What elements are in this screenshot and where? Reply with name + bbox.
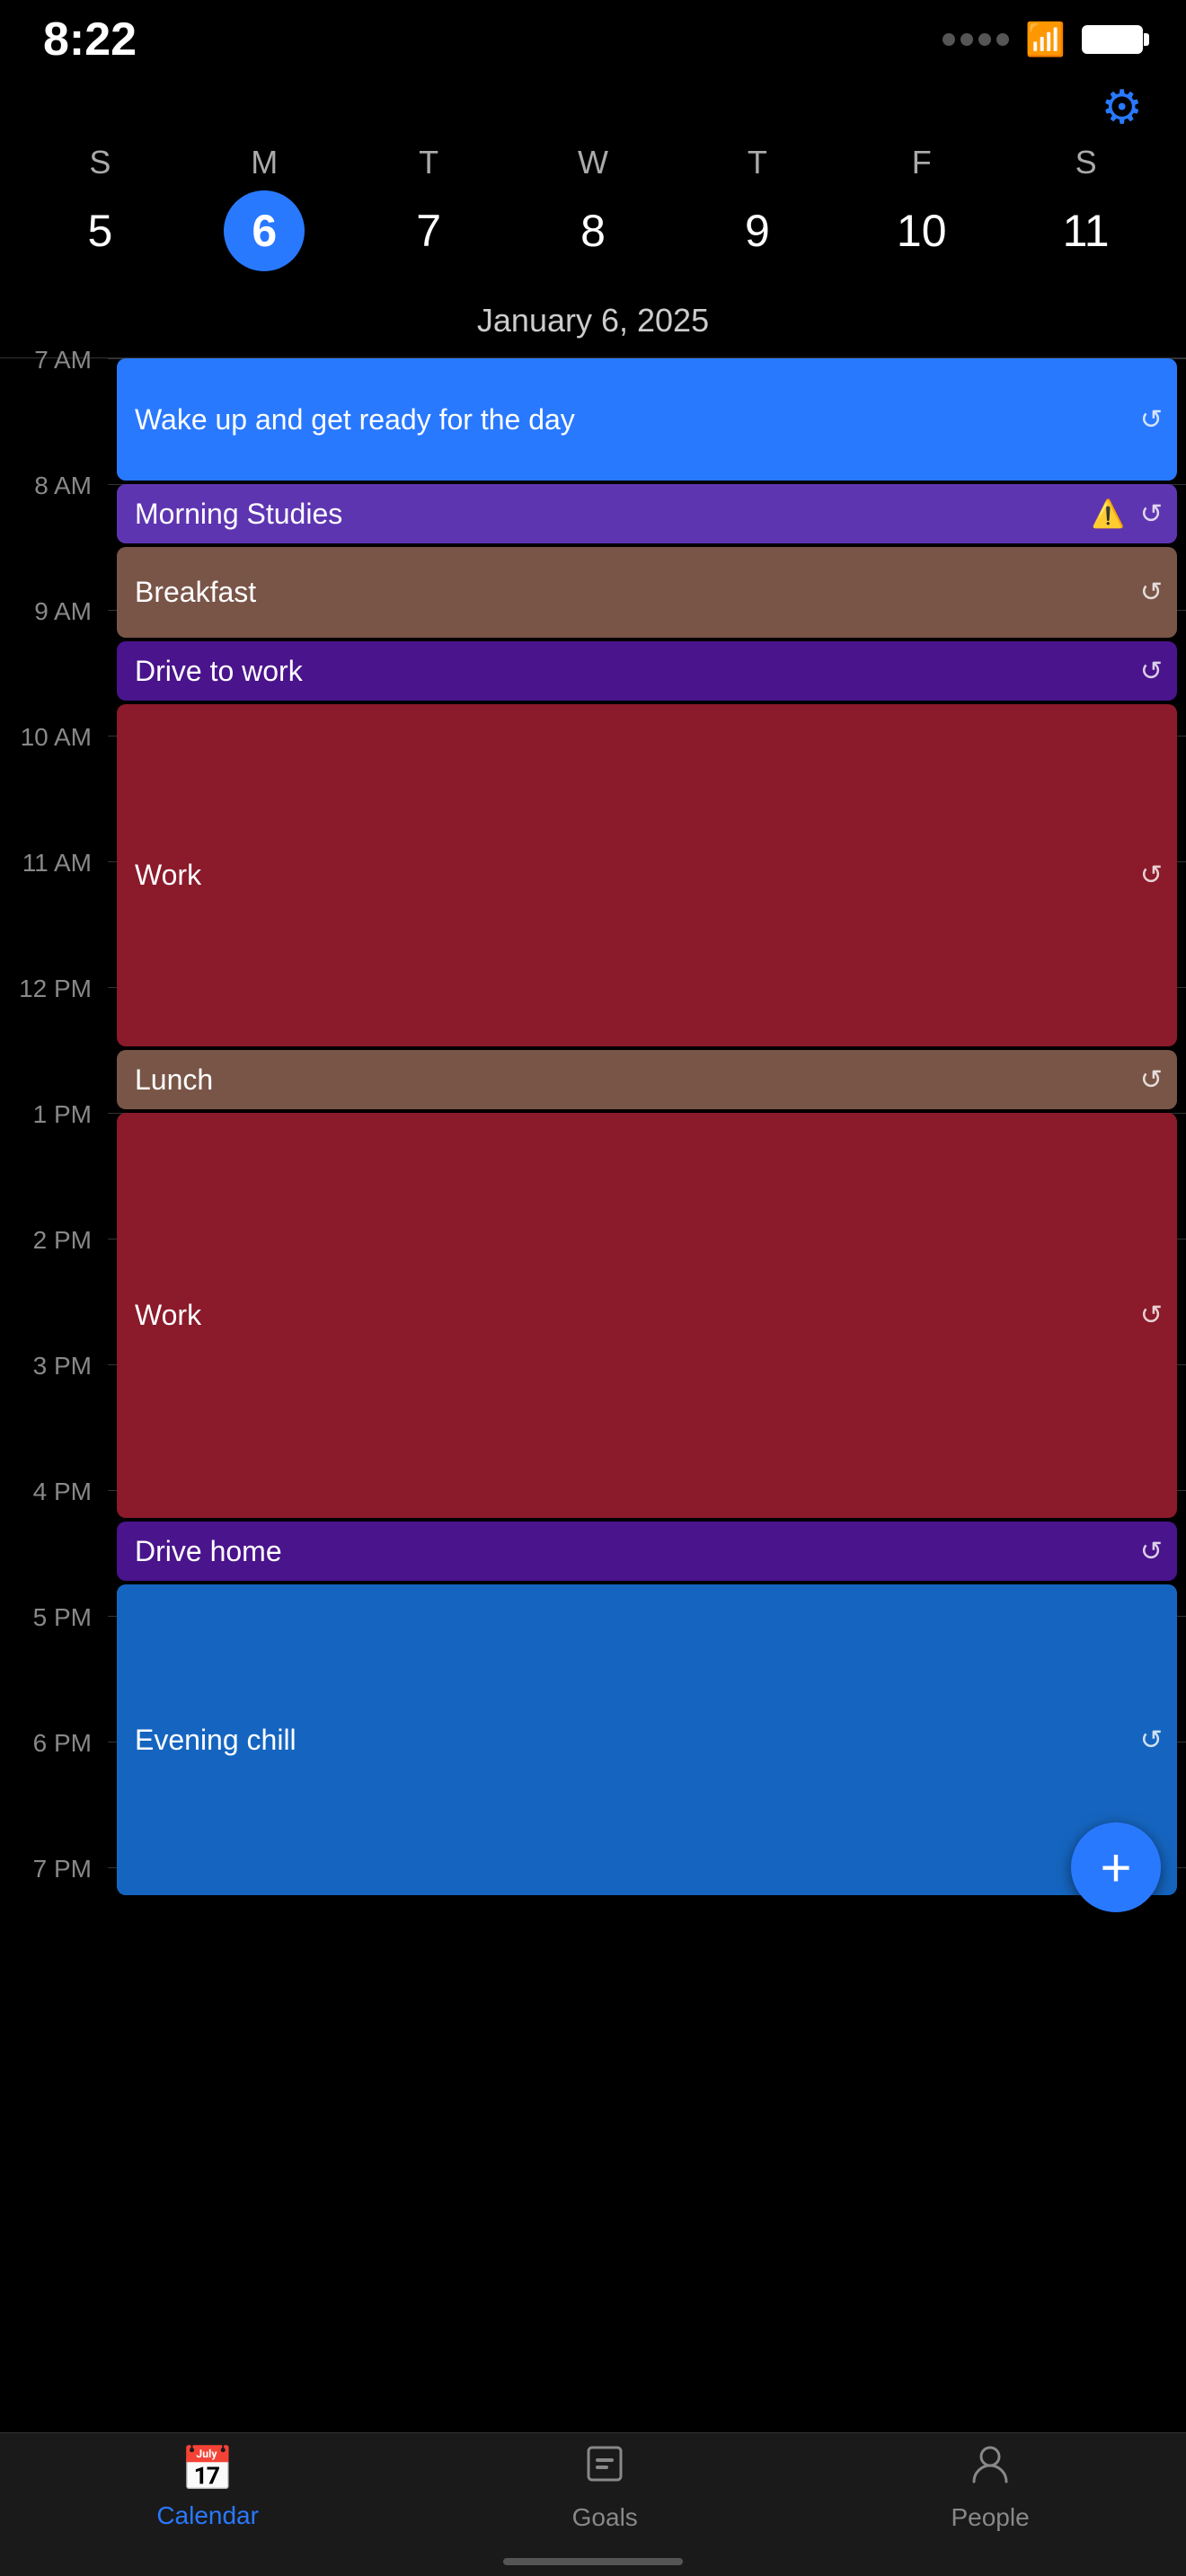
status-icons: 📶	[943, 21, 1143, 58]
event-title-wake-up: Wake up and get ready for the day	[135, 403, 575, 437]
date-9[interactable]: 9	[675, 190, 839, 271]
goals-icon	[583, 2442, 626, 2496]
status-time: 8:22	[43, 13, 137, 66]
repeat-icon-work-afternoon: ↺	[1140, 1300, 1163, 1331]
date-6[interactable]: 6	[224, 190, 305, 271]
week-header: S M T W T F S	[0, 144, 1186, 181]
warning-icon-morning-studies: ⚠️	[1092, 498, 1125, 530]
event-drive-to-work[interactable]: Drive to work ↺	[117, 641, 1177, 701]
event-morning-studies[interactable]: Morning Studies ⚠️ ↺	[117, 484, 1177, 543]
battery-icon	[1082, 25, 1143, 54]
date-8[interactable]: 8	[511, 190, 676, 271]
event-breakfast[interactable]: Breakfast ↺	[117, 547, 1177, 638]
event-title-breakfast: Breakfast	[135, 576, 256, 609]
repeat-icon-breakfast: ↺	[1140, 577, 1163, 608]
nav-item-people[interactable]: People	[951, 2442, 1029, 2532]
fab-button[interactable]: +	[1071, 1822, 1161, 1912]
event-lunch[interactable]: Lunch ↺	[117, 1050, 1177, 1109]
event-title-work-morning: Work	[135, 859, 201, 892]
nav-item-goals[interactable]: Goals	[572, 2442, 638, 2532]
settings-row: ⚙	[0, 72, 1186, 144]
nav-label-people: People	[951, 2503, 1029, 2532]
event-title-drive-home: Drive home	[135, 1535, 282, 1568]
gear-icon[interactable]: ⚙	[1101, 81, 1143, 135]
bottom-nav: 📅 Calendar Goals People	[0, 2432, 1186, 2576]
events-overlay: Wake up and get ready for the day↺Mornin…	[0, 358, 1186, 1993]
home-indicator	[503, 2558, 683, 2565]
day-label-wed: W	[511, 144, 676, 181]
signal-icon	[943, 33, 1009, 46]
repeat-icon-work-morning: ↺	[1140, 860, 1163, 891]
day-label-thu: T	[675, 144, 839, 181]
event-wake-up[interactable]: Wake up and get ready for the day ↺	[117, 358, 1177, 481]
event-title-drive-to-work: Drive to work	[135, 655, 303, 688]
people-icon	[969, 2442, 1012, 2496]
repeat-icon-morning-studies: ↺	[1140, 498, 1163, 530]
event-title-morning-studies: Morning Studies	[135, 498, 342, 531]
date-5[interactable]: 5	[18, 190, 182, 271]
status-bar: 8:22 📶	[0, 0, 1186, 72]
repeat-icon-drive-home: ↺	[1140, 1536, 1163, 1567]
event-work-afternoon[interactable]: Work ↺	[117, 1113, 1177, 1518]
calendar-icon: 📅	[181, 2443, 235, 2494]
wifi-icon: 📶	[1025, 21, 1066, 58]
event-work-morning[interactable]: Work ↺	[117, 704, 1177, 1046]
date-7[interactable]: 7	[347, 190, 511, 271]
date-11[interactable]: 11	[1004, 190, 1168, 271]
event-title-evening-chill: Evening chill	[135, 1724, 296, 1757]
repeat-icon-wake-up: ↺	[1140, 404, 1163, 436]
event-title-lunch: Lunch	[135, 1063, 213, 1097]
event-drive-home[interactable]: Drive home ↺	[117, 1522, 1177, 1581]
day-label-mon: M	[182, 144, 347, 181]
timeline-wrapper: 7 AM8 AM9 AM10 AM11 AM12 PM1 PM2 PM3 PM4…	[0, 358, 1186, 1993]
repeat-icon-drive-to-work: ↺	[1140, 656, 1163, 687]
repeat-icon-lunch: ↺	[1140, 1064, 1163, 1096]
nav-item-calendar[interactable]: 📅 Calendar	[156, 2443, 259, 2530]
nav-label-calendar: Calendar	[156, 2501, 259, 2530]
repeat-icon-evening-chill: ↺	[1140, 1725, 1163, 1756]
date-row: 5 6 7 8 9 10 11	[0, 190, 1186, 271]
date-10[interactable]: 10	[839, 190, 1004, 271]
event-title-work-afternoon: Work	[135, 1299, 201, 1332]
event-evening-chill[interactable]: Evening chill ↺	[117, 1584, 1177, 1895]
day-label-fri: F	[839, 144, 1004, 181]
day-label-tue: T	[347, 144, 511, 181]
nav-label-goals: Goals	[572, 2503, 638, 2532]
day-label-sun: S	[18, 144, 182, 181]
day-label-sat: S	[1004, 144, 1168, 181]
selected-date-label: January 6, 2025	[0, 289, 1186, 358]
